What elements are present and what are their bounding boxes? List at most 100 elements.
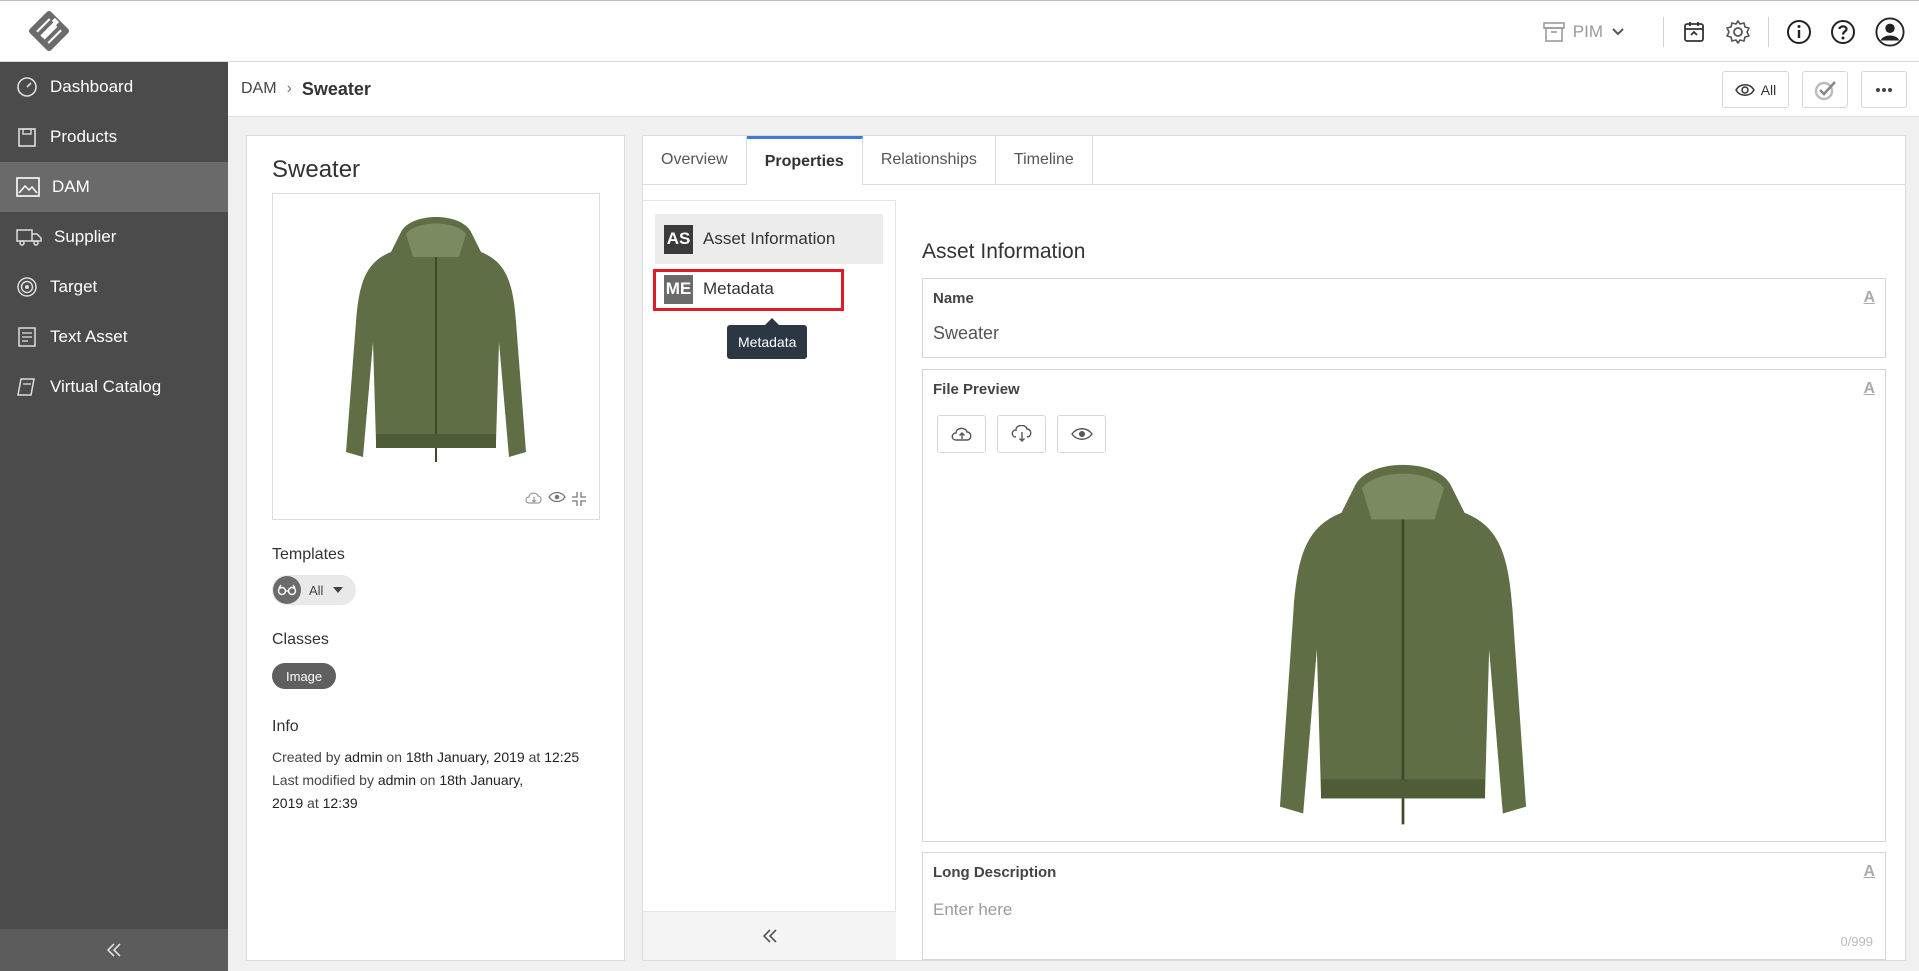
sidebar-item-target[interactable]: Target (0, 262, 228, 312)
sidebar-item-label: DAM (52, 177, 90, 196)
sidebar-item-label: Target (50, 277, 98, 296)
approve-button[interactable] (1802, 71, 1848, 108)
cloud-upload-icon (951, 427, 971, 441)
templates-heading: Templates (272, 546, 345, 563)
sidebar-item-label: Products (50, 127, 118, 146)
modified-date: 18th January, (439, 772, 524, 788)
templates-selector[interactable]: All (272, 575, 356, 605)
cloud-download-icon (1011, 425, 1031, 442)
info-heading: Info (272, 718, 299, 735)
asset-detail-panel: Overview Properties Relationships Timeli… (642, 135, 1906, 961)
app-logo[interactable] (26, 11, 72, 51)
eye-icon[interactable] (548, 491, 566, 507)
long-description-field[interactable]: Long Description A Enter here 0/999 (922, 852, 1886, 960)
double-chevron-left-icon (106, 943, 121, 957)
modified-user: admin (377, 772, 416, 788)
attribute-marker-icon[interactable]: A (1863, 289, 1875, 307)
created-date: 18th January, 2019 (405, 749, 525, 765)
breadcrumb: DAM › Sweater All (228, 62, 1919, 117)
attribute-marker-icon[interactable]: A (1863, 380, 1875, 398)
modified-info: Last modified by admin on 18th January, (272, 772, 524, 788)
asset-thumbnail[interactable] (272, 193, 600, 520)
tab-bar: Overview Properties Relationships Timeli… (643, 136, 1905, 185)
upload-button[interactable] (937, 415, 986, 453)
sidebar-item-dashboard[interactable]: Dashboard (0, 62, 228, 112)
tab-properties[interactable]: Properties (746, 136, 863, 185)
chevron-down-icon (1612, 28, 1624, 36)
pim-switcher[interactable]: PIM (1542, 22, 1633, 42)
check-circle-icon (1814, 80, 1836, 100)
sidebar-collapse-button[interactable] (0, 929, 228, 971)
catalog-icon (17, 378, 35, 396)
more-horizontal-icon (1876, 87, 1892, 92)
tab-overview[interactable]: Overview (643, 136, 747, 184)
sidebar-item-products[interactable]: Products (0, 112, 228, 162)
glasses-icon (273, 576, 301, 604)
long-description-input[interactable]: Enter here (933, 900, 1012, 920)
text-asset-icon (18, 327, 36, 347)
double-chevron-left-icon (762, 929, 777, 943)
sidebar-item-label: Virtual Catalog (50, 377, 162, 396)
dashboard-icon (17, 77, 37, 97)
caret-down-icon (333, 587, 344, 593)
download-button[interactable] (997, 415, 1046, 453)
name-value[interactable]: Sweater (933, 323, 999, 344)
breadcrumb-separator: › (286, 80, 292, 97)
archive-icon (1542, 22, 1565, 42)
calendar-export-icon[interactable] (1679, 17, 1709, 47)
cloud-download-icon[interactable] (525, 491, 543, 507)
sidebar-item-text-asset[interactable]: Text Asset (0, 312, 228, 362)
gear-icon[interactable] (1723, 17, 1753, 47)
view-all-button[interactable]: All (1722, 71, 1789, 108)
breadcrumb-current: Sweater (301, 78, 371, 99)
breadcrumb-root[interactable]: DAM (241, 80, 277, 98)
tab-timeline[interactable]: Timeline (996, 136, 1093, 184)
created-user: admin (344, 749, 383, 765)
class-badge: Image (272, 663, 337, 689)
sidebar-item-label: Supplier (54, 227, 117, 246)
name-label: Name (933, 290, 974, 307)
target-icon (17, 277, 37, 297)
modified-time: 12:39 (322, 795, 358, 811)
shrink-icon[interactable] (571, 491, 587, 507)
section-asset-information[interactable]: AS Asset Information (655, 214, 883, 264)
truck-icon (16, 229, 42, 246)
pim-label: PIM (1572, 22, 1603, 41)
attribute-marker-icon[interactable]: A (1863, 863, 1875, 881)
section-badge: AS (664, 224, 693, 254)
sidebar-item-label: Dashboard (50, 77, 134, 96)
preview-button[interactable] (1057, 415, 1106, 453)
form-area: Asset Information Name A Sweater File Pr… (897, 186, 1905, 960)
help-icon[interactable] (1828, 17, 1858, 47)
asset-summary-card: Sweater Templates All Classes Image Info… (246, 135, 625, 961)
metadata-tooltip: Metadata (727, 318, 808, 359)
more-options-button[interactable] (1861, 71, 1907, 108)
file-preview-field: File Preview A (922, 369, 1886, 842)
sidebar-item-dam[interactable]: DAM (0, 162, 228, 212)
created-info: Created by admin on 18th January, 2019 a… (272, 749, 580, 765)
metadata-highlight-box (653, 269, 844, 311)
name-field[interactable]: Name A Sweater (922, 278, 1886, 358)
divider (1663, 17, 1664, 47)
image-icon (16, 177, 40, 197)
sweater-image (346, 217, 526, 462)
modified-info-continued: 2019 at 12:39 (272, 795, 358, 811)
sweater-image (1279, 464, 1527, 825)
sidebar-item-supplier[interactable]: Supplier (0, 212, 228, 262)
file-preview-label: File Preview (933, 381, 1020, 398)
eye-icon (1070, 428, 1093, 440)
info-icon[interactable] (1784, 17, 1814, 47)
divider (1768, 17, 1769, 47)
section-list-collapse-button[interactable] (643, 912, 896, 960)
section-label: Asset Information (703, 229, 836, 248)
character-counter: 0/999 (1840, 934, 1873, 949)
user-avatar-icon[interactable] (1875, 17, 1905, 47)
templates-value: All (309, 582, 324, 598)
long-description-label: Long Description (933, 864, 1057, 881)
products-icon (18, 128, 36, 147)
sidebar-item-virtual-catalog[interactable]: Virtual Catalog (0, 362, 228, 412)
tab-relationships[interactable]: Relationships (863, 136, 996, 184)
created-time: 12:25 (544, 749, 580, 765)
asset-title: Sweater (272, 156, 361, 183)
classes-heading: Classes (272, 631, 329, 648)
